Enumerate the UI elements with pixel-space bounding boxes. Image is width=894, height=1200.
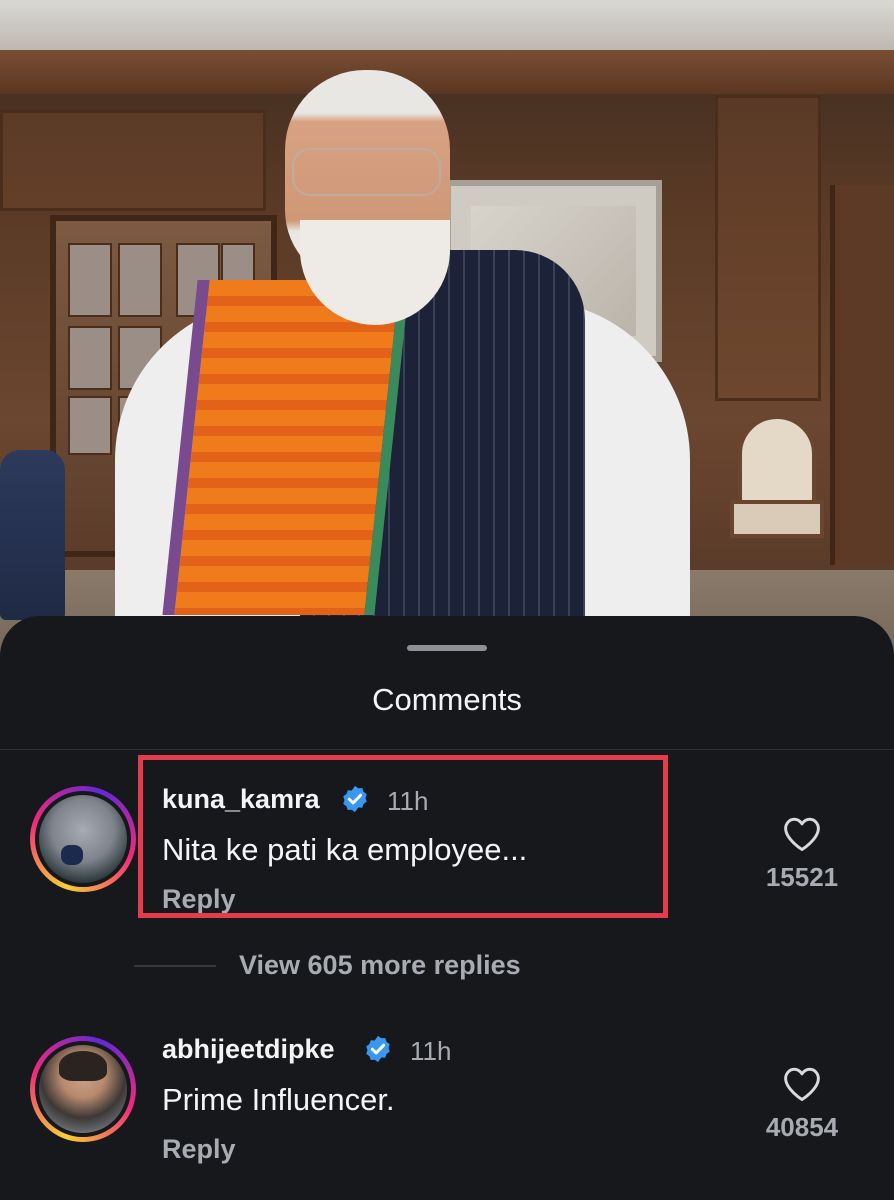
chair (730, 415, 824, 565)
comment-username[interactable]: abhijeetdipke (162, 1034, 335, 1065)
view-more-replies-label[interactable]: View 605 more replies (239, 950, 521, 981)
story-ring[interactable] (30, 1036, 136, 1142)
comment-item: abhijeetdipke 11h Prime Influencer. Repl… (0, 1026, 894, 1166)
heart-icon[interactable] (782, 1066, 822, 1102)
avatar[interactable] (39, 1045, 127, 1133)
replies-line (134, 965, 216, 967)
sheet-title: Comments (372, 682, 522, 717)
like-control: 40854 (746, 1066, 858, 1143)
story-ring[interactable] (30, 786, 136, 892)
highlight-box (138, 755, 668, 918)
like-count: 40854 (765, 1112, 839, 1142)
reply-button[interactable]: Reply (162, 1134, 236, 1165)
wall-panel (0, 110, 266, 211)
sofa (0, 450, 65, 620)
wall-cornice (0, 50, 894, 94)
sheet-drag-handle[interactable] (407, 645, 487, 651)
heart-icon[interactable] (782, 816, 822, 852)
comment-time: 11h (410, 1036, 452, 1066)
comment-text: Prime Influencer. (162, 1082, 395, 1117)
person-glasses (292, 148, 441, 196)
view-more-replies[interactable]: View 605 more replies (134, 950, 734, 982)
video-frame[interactable] (0, 0, 894, 700)
wall-panel (715, 95, 821, 401)
avatar[interactable] (39, 795, 127, 883)
like-control: 15521 (746, 816, 858, 893)
person-scarf (162, 280, 410, 615)
side-door (830, 185, 894, 565)
divider (0, 749, 894, 750)
like-count: 15521 (765, 862, 839, 892)
verified-badge-icon (366, 1035, 390, 1063)
